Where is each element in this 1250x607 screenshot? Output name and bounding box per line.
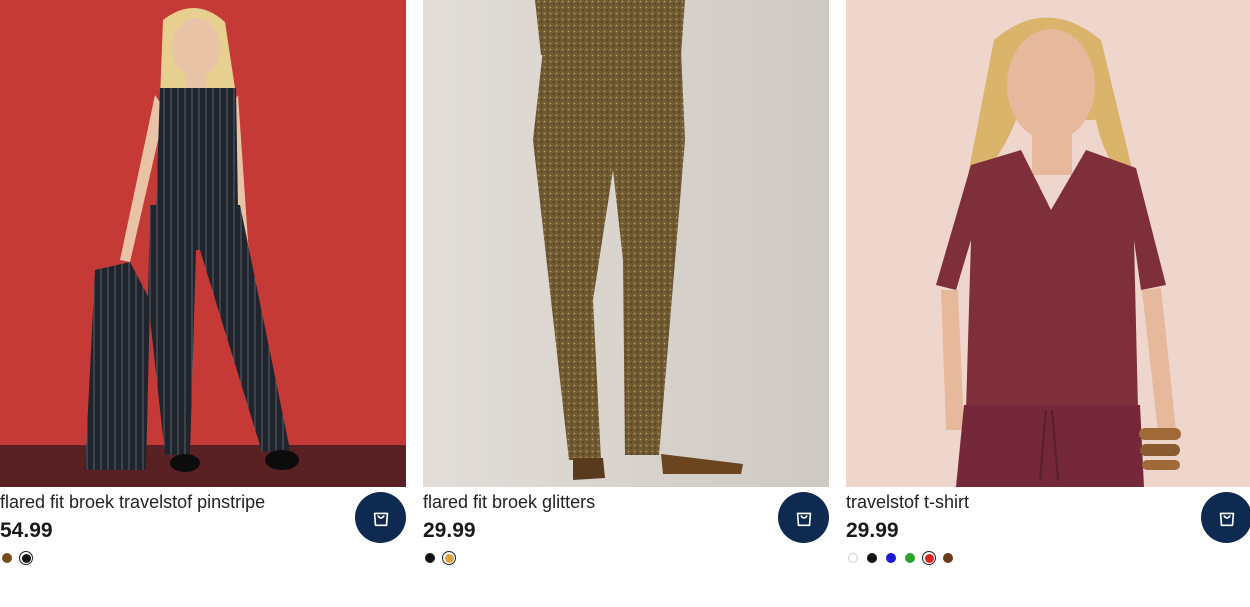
color-swatch[interactable] bbox=[865, 551, 879, 565]
color-swatch-dot bbox=[943, 553, 953, 563]
color-swatch-dot bbox=[924, 553, 934, 563]
color-swatch-dot bbox=[444, 553, 454, 563]
color-swatch[interactable] bbox=[442, 551, 456, 565]
color-swatch-dot bbox=[21, 553, 31, 563]
color-swatch-dot bbox=[905, 553, 915, 563]
add-to-cart-button[interactable] bbox=[355, 492, 406, 543]
product-price: 54.99 bbox=[0, 519, 53, 542]
product-name[interactable]: travelstof t-shirt bbox=[846, 491, 969, 513]
color-swatches bbox=[846, 551, 955, 565]
shopping-bag-icon bbox=[373, 512, 388, 526]
color-swatch[interactable] bbox=[922, 551, 936, 565]
color-swatches bbox=[423, 551, 456, 565]
product-price: 29.99 bbox=[423, 519, 476, 542]
product-image[interactable] bbox=[423, 0, 829, 487]
color-swatch[interactable] bbox=[941, 551, 955, 565]
color-swatches bbox=[0, 551, 33, 565]
product-card: travelstof t-shirt 29.99 bbox=[846, 0, 1250, 600]
color-swatch[interactable] bbox=[423, 551, 437, 565]
product-grid: flared fit broek travelstof pinstripe 54… bbox=[0, 0, 1250, 607]
product-photo-pinstripe bbox=[0, 0, 406, 487]
color-swatch[interactable] bbox=[19, 551, 33, 565]
product-card: flared fit broek glitters 29.99 bbox=[423, 0, 829, 600]
color-swatch-dot bbox=[2, 553, 12, 563]
product-photo-tshirt bbox=[846, 0, 1250, 487]
add-to-cart-button[interactable] bbox=[778, 492, 829, 543]
product-image[interactable] bbox=[0, 0, 406, 487]
color-swatch[interactable] bbox=[0, 551, 14, 565]
color-swatch[interactable] bbox=[884, 551, 898, 565]
shopping-bag-icon bbox=[796, 512, 811, 526]
product-image[interactable] bbox=[846, 0, 1250, 487]
shopping-bag-icon bbox=[1219, 512, 1234, 526]
product-price: 29.99 bbox=[846, 519, 899, 542]
color-swatch[interactable] bbox=[846, 551, 860, 565]
color-swatch[interactable] bbox=[903, 551, 917, 565]
color-swatch-dot bbox=[848, 553, 858, 563]
product-name[interactable]: flared fit broek travelstof pinstripe bbox=[0, 491, 265, 513]
product-name[interactable]: flared fit broek glitters bbox=[423, 491, 595, 513]
color-swatch-dot bbox=[886, 553, 896, 563]
product-photo-glitter-pants bbox=[423, 0, 829, 487]
color-swatch-dot bbox=[425, 553, 435, 563]
add-to-cart-button[interactable] bbox=[1201, 492, 1250, 543]
color-swatch-dot bbox=[867, 553, 877, 563]
product-card: flared fit broek travelstof pinstripe 54… bbox=[0, 0, 406, 600]
